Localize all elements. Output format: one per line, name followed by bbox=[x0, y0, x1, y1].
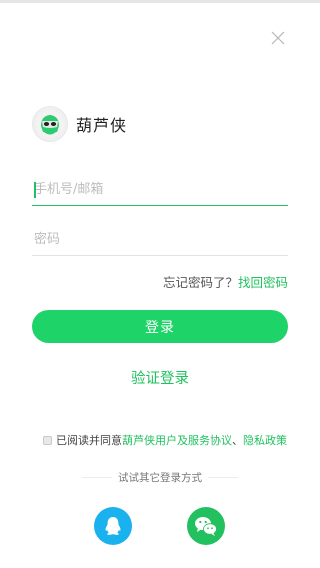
divider-line-right bbox=[208, 477, 238, 478]
close-button[interactable] bbox=[266, 26, 290, 50]
close-icon bbox=[271, 31, 285, 45]
terms-link[interactable]: 葫芦侠用户及服务协议 bbox=[122, 432, 232, 448]
phone-email-field[interactable] bbox=[32, 174, 290, 206]
recover-password-link[interactable]: 找回密码 bbox=[238, 275, 288, 290]
qq-login-button[interactable] bbox=[94, 507, 132, 545]
phone-email-input[interactable] bbox=[32, 174, 290, 205]
agreement-separator: 、 bbox=[232, 434, 243, 447]
wechat-icon bbox=[195, 517, 217, 536]
wechat-login-button[interactable] bbox=[187, 507, 225, 545]
password-field[interactable] bbox=[32, 224, 290, 256]
other-login-divider: 试试其它登录方式 bbox=[0, 470, 320, 485]
agreement-row: 已阅读并同意 葫芦侠用户及服务协议、隐私政策 bbox=[43, 432, 287, 448]
privacy-link[interactable]: 隐私政策 bbox=[243, 432, 287, 448]
divider-line-left bbox=[82, 477, 112, 478]
agreement-checkbox[interactable] bbox=[43, 435, 52, 445]
top-strip bbox=[0, 0, 320, 3]
forgot-password-question: 忘记密码了？ bbox=[162, 275, 238, 290]
forgot-password-row: 忘记密码了？找回密码 bbox=[163, 272, 288, 291]
password-input[interactable] bbox=[32, 224, 290, 255]
brand: 葫芦侠 bbox=[32, 106, 127, 142]
qq-icon bbox=[105, 517, 121, 535]
app-logo-icon bbox=[36, 110, 64, 138]
other-login-label: 试试其它登录方式 bbox=[118, 472, 202, 484]
app-logo bbox=[32, 106, 68, 142]
login-button[interactable]: 登录 bbox=[32, 310, 288, 343]
verify-login-link[interactable]: 验证登录 bbox=[0, 367, 320, 388]
text-caret bbox=[34, 182, 36, 198]
agreement-prefix: 已阅读并同意 bbox=[56, 434, 122, 447]
app-name: 葫芦侠 bbox=[76, 116, 128, 135]
login-screen: 葫芦侠 忘记密码了？找回密码 登录 验证登录 已阅读并同意葫芦侠用户及服务协议、… bbox=[0, 0, 320, 568]
